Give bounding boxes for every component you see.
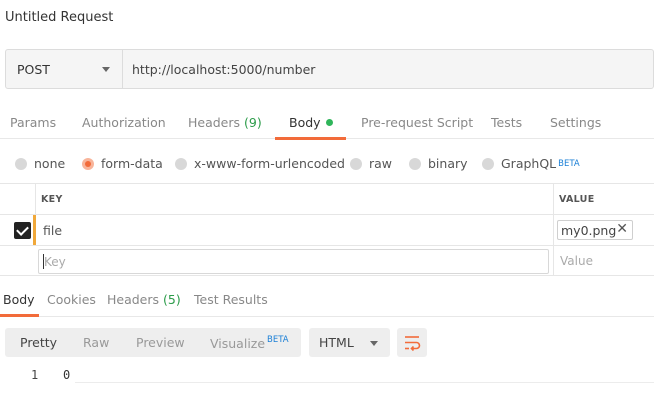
chevron-down-icon [102,67,110,72]
method-select[interactable]: POST [6,50,123,88]
visualize-label: Visualize [210,336,266,351]
response-tabs: Body Cookies Headers (5) Test Results [0,285,654,317]
radio-none[interactable]: none [15,156,65,171]
wrap-lines-icon [405,336,421,352]
body-type-selector: none form-data x-www-form-urlencoded raw… [0,150,654,178]
tab-tests[interactable]: Tests [491,115,522,130]
radio-circle-icon [409,157,421,170]
radio-urlencoded-label: x-www-form-urlencoded [194,156,345,171]
row-key-cell[interactable]: file [43,223,62,238]
file-name: my0.png [561,222,617,238]
tab-headers-count: (9) [244,115,262,130]
radio-circle-icon [15,157,27,170]
remove-file-icon[interactable]: ✕ [616,221,628,237]
tab-authorization[interactable]: Authorization [82,115,166,130]
radio-raw-label: raw [369,156,393,171]
tab-body-label: Body [289,115,321,130]
radio-graphql[interactable]: GraphQL BETA [482,156,580,171]
radio-raw[interactable]: raw [350,156,392,171]
radio-none-label: none [34,156,66,171]
value-column-header: VALUE [559,194,595,205]
radio-binary-label: binary [428,156,468,171]
table-row: file my0.png ✕ [0,215,654,246]
response-tab-headers-label: Headers [107,292,160,307]
code-line: 0 [63,368,71,382]
response-tab-body[interactable]: Body [3,292,35,307]
new-value-input[interactable]: Value [560,254,593,268]
response-tab-headers[interactable]: Headers (5) [107,292,181,307]
language-select[interactable]: HTML [309,328,390,357]
request-title[interactable]: Untitled Request [5,10,113,25]
response-tab-test-results[interactable]: Test Results [194,292,268,307]
request-url-bar: POST http://localhost:5000/number [5,49,654,89]
language-label: HTML [319,335,354,350]
view-mode-group: Pretty Raw Preview Visualize BETA [5,328,301,357]
response-tab-headers-count: (5) [163,292,181,307]
pretty-button[interactable]: Pretty [20,335,57,350]
file-chip[interactable]: my0.png ✕ [557,220,633,240]
new-row: Value [0,246,654,276]
new-key-input[interactable] [38,249,549,274]
text-cursor [43,254,44,269]
key-column-header: KEY [41,194,63,205]
radio-graphql-label: GraphQL [501,156,557,171]
response-body-editor[interactable]: 1 0 [0,366,654,384]
request-tabs: Params Authorization Headers (9) Body Pr… [0,105,654,140]
tab-headers-label: Headers [188,115,241,130]
tab-settings[interactable]: Settings [550,115,601,130]
radio-circle-icon [350,157,362,170]
chevron-down-icon [370,341,378,346]
tab-params[interactable]: Params [10,115,56,130]
table-header-row: KEY VALUE [0,184,654,215]
beta-badge: BETA [267,335,289,345]
radio-selected-icon [82,157,94,170]
beta-badge: BETA [558,158,580,169]
radio-form-data-label: form-data [101,156,163,171]
response-tab-cookies[interactable]: Cookies [47,292,96,307]
tab-headers[interactable]: Headers (9) [188,115,262,130]
form-data-table: KEY VALUE file my0.png ✕ Value [0,183,654,276]
active-response-tab-underline [0,314,39,317]
body-indicator-dot-icon [325,119,333,126]
line-number: 1 [31,368,39,382]
radio-binary[interactable]: binary [409,156,468,171]
line-guide [75,382,654,383]
raw-button[interactable]: Raw [83,335,109,350]
tab-prerequest-script[interactable]: Pre-request Script [361,115,473,130]
method-label: POST [17,61,50,77]
active-tab-underline [275,137,346,140]
radio-urlencoded[interactable]: x-www-form-urlencoded [175,156,345,171]
radio-circle-icon [175,157,187,170]
row-enabled-checkbox[interactable] [14,222,31,239]
radio-circle-icon [482,157,494,170]
url-input[interactable]: http://localhost:5000/number [123,50,315,88]
wrap-lines-button[interactable] [397,328,427,357]
radio-form-data[interactable]: form-data [82,156,163,171]
preview-button[interactable]: Preview [136,335,185,350]
tab-body[interactable]: Body [289,115,333,130]
visualize-button[interactable]: Visualize BETA [210,335,289,351]
active-row-indicator [33,215,36,245]
